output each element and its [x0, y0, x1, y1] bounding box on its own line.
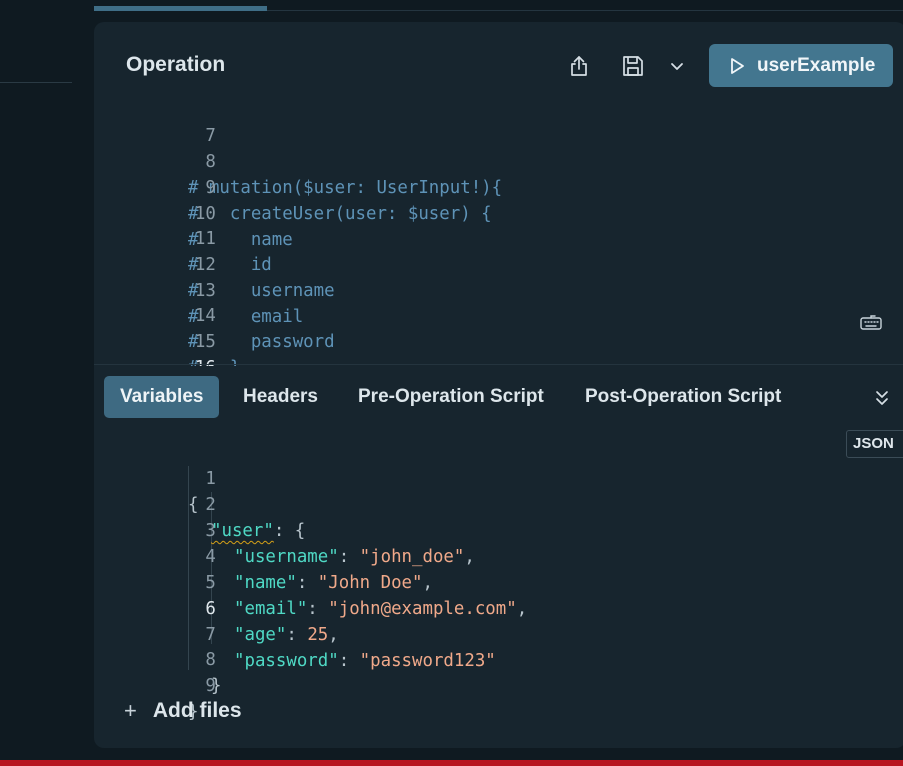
editor-line: 4 "name": "John Doe",: [94, 518, 794, 593]
editor-line: 14 # password: [94, 277, 794, 352]
editor-line: 11 # id: [94, 200, 794, 275]
tab-variables[interactable]: Variables: [104, 376, 220, 418]
editor-line: 9 }: [94, 647, 794, 722]
editor-line: 13 # email: [94, 252, 794, 327]
sidebar-divider: [0, 82, 72, 83]
editor-line-active: 16 # }: [94, 329, 794, 366]
editor-line: 9 # createUser(user: $user) {: [94, 149, 794, 224]
add-files-label: Add files: [152, 699, 242, 722]
plus-icon: +: [124, 698, 137, 723]
variables-tabs: Variables Headers Pre-Operation Script P…: [104, 376, 903, 418]
run-operation-button[interactable]: userExample: [709, 44, 893, 87]
share-icon[interactable]: [564, 51, 594, 81]
play-icon: [729, 57, 745, 75]
tab-headers[interactable]: Headers: [243, 376, 318, 418]
editor-line: 3 "username": "john_doe",: [94, 492, 794, 567]
run-button-label: userExample: [757, 54, 876, 76]
editor-line: 1 {: [94, 440, 794, 515]
add-files-button[interactable]: + Add files: [124, 696, 242, 726]
editor-splitter[interactable]: [94, 364, 903, 365]
status-bar: [0, 760, 903, 766]
active-tab-indicator: [94, 6, 267, 11]
operation-panel: Operation userExample 7 8 # mutation($us…: [94, 22, 903, 748]
query-editor[interactable]: 7 8 # mutation($user: UserInput!){ 9 # c…: [94, 96, 903, 366]
collapse-icon[interactable]: [867, 383, 897, 413]
editor-line: 5 "email": "john@example.com",: [94, 544, 794, 619]
chevron-down-icon[interactable]: [662, 51, 692, 81]
editor-line: 12 # username: [94, 226, 794, 301]
tab-pre-operation-script[interactable]: Pre-Operation Script: [358, 376, 544, 418]
variables-editor[interactable]: 1 { 2 "user": { 3 "username": "john_doe"…: [94, 440, 903, 722]
editor-line: 2 "user": {: [94, 466, 794, 541]
keyboard-icon[interactable]: [856, 307, 886, 337]
tab-post-operation-script[interactable]: Post-Operation Script: [585, 376, 781, 418]
editor-line: 8 # mutation($user: UserInput!){: [94, 123, 794, 198]
editor-line: 7 "password": "password123": [94, 596, 794, 671]
editor-line-active: 6 "age": 25,: [94, 570, 794, 645]
editor-line: 7: [94, 97, 794, 146]
editor-line: 15 # }: [94, 303, 794, 366]
operation-title: Operation: [126, 53, 226, 76]
save-icon[interactable]: [618, 51, 648, 81]
editor-line: 8 }: [94, 621, 794, 696]
left-sidebar: [0, 0, 86, 760]
editor-line: 10 # name: [94, 175, 794, 250]
